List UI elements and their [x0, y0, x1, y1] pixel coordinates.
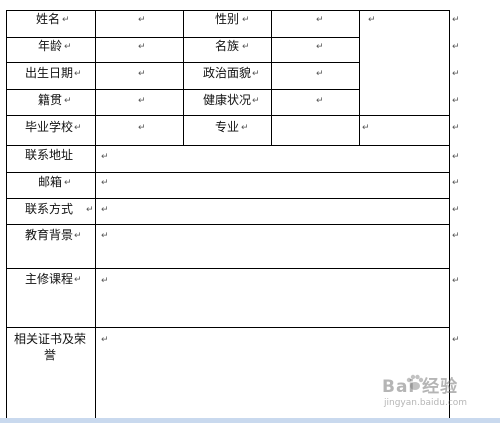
paragraph-mark: ↵	[242, 15, 250, 25]
row-end-mark: ↵	[452, 178, 460, 188]
grid-col-value2	[271, 10, 272, 146]
grid-line-row10	[6, 327, 450, 328]
paragraph-mark: ↵	[252, 69, 260, 79]
native-place-value[interactable]: ↵	[138, 96, 146, 106]
grid-col-mid	[183, 10, 184, 146]
resume-form-page: 姓名 ↵ ↵ 性别 ↵ ↵ ↵ ↵ 年龄 ↵ ↵ 名族 ↵ ↵ ↵ 出生日期 ↵…	[0, 0, 500, 423]
grid-line-row6	[6, 172, 450, 173]
row-end-mark: ↵	[452, 96, 460, 106]
grid-line-row9	[6, 268, 450, 269]
grid-line-row8	[6, 224, 450, 225]
paragraph-mark: ↵	[74, 69, 82, 79]
birthdate-value[interactable]: ↵	[138, 69, 146, 79]
grid-line-row5	[6, 145, 450, 146]
paragraph-mark: ↵	[74, 231, 82, 241]
ethnicity-value[interactable]: ↵	[316, 42, 324, 52]
paragraph-mark: ↵	[241, 123, 249, 133]
email-value[interactable]: ↵	[101, 178, 109, 188]
paragraph-mark: ↵	[242, 42, 250, 52]
political-status-value[interactable]: ↵	[316, 69, 324, 79]
row-end-mark: ↵	[452, 205, 460, 215]
paragraph-mark: ↵	[62, 15, 70, 25]
address-value[interactable]: ↵	[101, 152, 109, 162]
label-political-status: 政治面貌	[203, 66, 252, 80]
label-address: 联系地址	[25, 148, 74, 162]
watermark-url: jingyan.baidu.com	[384, 398, 468, 408]
row-end-mark: ↵	[452, 152, 460, 162]
row-end-mark: ↵	[452, 231, 460, 241]
window-bottom-bar	[0, 418, 500, 423]
watermark-brand: Bai 经验	[382, 377, 459, 397]
watermark: Bai 经验 jingyan.baidu.com	[380, 368, 490, 414]
paragraph-mark: ↵	[252, 96, 260, 106]
photo-cell[interactable]: ↵	[368, 15, 376, 25]
grid-col-right	[449, 10, 450, 418]
row-end-mark: ↵	[452, 276, 460, 286]
name-value[interactable]: ↵	[138, 15, 146, 25]
label-email: 邮箱	[38, 175, 63, 189]
label-education: 教育背景	[25, 228, 74, 242]
certificates-value[interactable]: ↵	[101, 335, 109, 345]
label-age: 年龄	[38, 39, 63, 53]
grid-col-label	[95, 10, 96, 418]
label-gender: 性别	[215, 12, 240, 26]
grid-col-photo	[359, 10, 360, 146]
label-ethnicity: 名族	[215, 39, 240, 53]
grid-line-row7	[6, 198, 450, 199]
courses-value[interactable]: ↵	[101, 276, 109, 286]
row-end-mark: ↵	[452, 69, 460, 79]
health-value[interactable]: ↵	[316, 96, 324, 106]
paragraph-mark: ↵	[86, 205, 94, 215]
row-end-mark: ↵	[452, 335, 460, 345]
label-health: 健康状况	[203, 93, 252, 107]
label-certificates: 相关证书及荣誉	[13, 332, 86, 362]
grid-line-top	[6, 10, 450, 11]
education-value[interactable]: ↵	[101, 231, 109, 241]
paragraph-mark: ↵	[64, 42, 72, 52]
label-name: 姓名	[36, 12, 61, 26]
label-major: 专业	[215, 120, 240, 134]
label-birthdate: 出生日期	[25, 66, 74, 80]
paragraph-mark: ↵	[74, 123, 82, 133]
row-end-mark: ↵	[452, 15, 460, 25]
grid-line-row4	[6, 115, 450, 116]
grid-col-left	[6, 10, 7, 418]
row-end-mark: ↵	[452, 42, 460, 52]
row-end-mark: ↵	[452, 123, 460, 133]
major-value[interactable]: ↵	[362, 123, 370, 133]
school-value[interactable]: ↵	[138, 123, 146, 133]
paragraph-mark: ↵	[64, 178, 72, 188]
age-value[interactable]: ↵	[138, 42, 146, 52]
gender-value[interactable]: ↵	[316, 15, 324, 25]
label-school: 毕业学校	[25, 120, 74, 134]
paragraph-mark: ↵	[74, 275, 82, 285]
contact-value[interactable]: ↵	[101, 205, 109, 215]
label-contact: 联系方式	[25, 202, 74, 216]
label-native-place: 籍贯	[38, 93, 63, 107]
paragraph-mark: ↵	[64, 96, 72, 106]
label-courses: 主修课程	[25, 272, 74, 286]
